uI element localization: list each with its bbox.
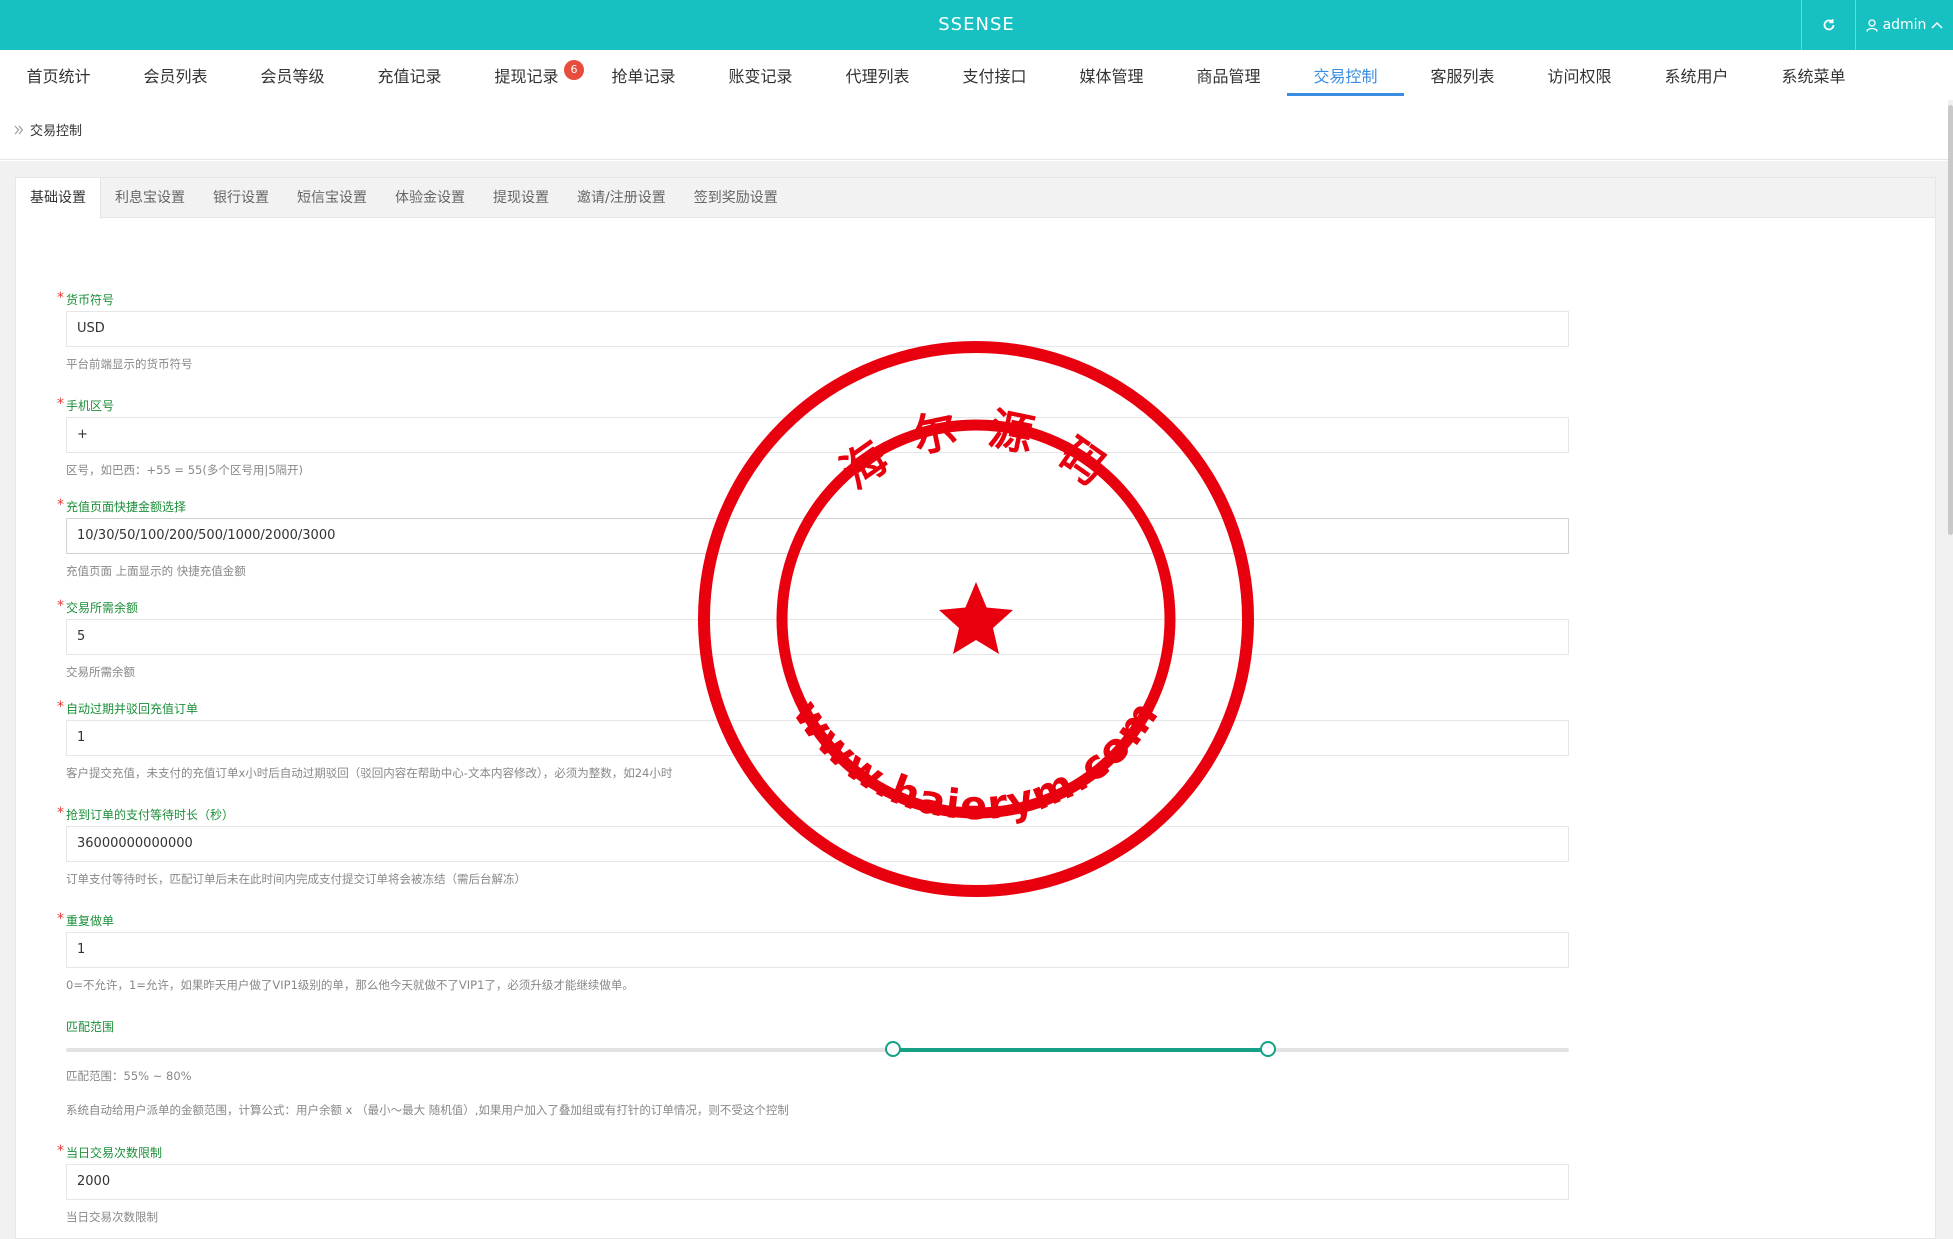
nav-item-grab-order-records[interactable]: 抢单记录 bbox=[585, 50, 702, 100]
daily-limit-label: 当日交易次数限制 bbox=[66, 1146, 163, 1160]
tab-checkin-reward-settings[interactable]: 签到奖励设置 bbox=[680, 178, 792, 218]
breadcrumb-current: 交易控制 bbox=[30, 124, 83, 139]
settings-tabs: 基础设置 利息宝设置 银行设置 短信宝设置 体验金设置 提现设置 邀请/注册设置… bbox=[16, 178, 1935, 219]
user-name: admin bbox=[1882, 17, 1927, 33]
recharge-amounts-help: 充值页面 上面显示的 快捷充值金额 bbox=[66, 564, 246, 578]
match-range-text: 匹配范围：55% ~ 80% bbox=[66, 1069, 192, 1083]
currency-group: * 货币符号 USD 平台前端显示的货币符号 bbox=[57, 290, 1586, 371]
required-mark: * bbox=[57, 497, 64, 513]
main-nav: 首页统计 会员列表 会员等级 充值记录 提现记录 抢单记录 账变记录 代理列表 … bbox=[0, 50, 1948, 100]
tab-trial-fund-settings[interactable]: 体验金设置 bbox=[381, 178, 479, 218]
min-balance-label: 交易所需余额 bbox=[66, 601, 139, 615]
currency-label: 货币符号 bbox=[66, 293, 115, 307]
refresh-icon bbox=[1823, 19, 1834, 31]
repeat-order-input[interactable]: 1 bbox=[66, 932, 1569, 968]
match-range-min-handle[interactable] bbox=[884, 1041, 901, 1057]
match-range-fill bbox=[892, 1048, 1269, 1052]
nav-item-system-users[interactable]: 系统用户 bbox=[1638, 50, 1755, 100]
user-icon bbox=[1865, 18, 1878, 32]
auto-expire-group: * 自动过期并驳回充值订单 1 客户提交充值，未支付的充值订单x小时后自动过期驳回… bbox=[57, 699, 1586, 780]
nav-item-member-list[interactable]: 会员列表 bbox=[117, 50, 234, 100]
nav-item-recharge-records[interactable]: 充值记录 bbox=[351, 50, 468, 100]
nav-item-service-list[interactable]: 客服列表 bbox=[1404, 50, 1521, 100]
nav-item-agent-list[interactable]: 代理列表 bbox=[819, 50, 936, 100]
pay-wait-label: 抢到订单的支付等待时长（秒） bbox=[66, 808, 235, 822]
nav-item-trade-control[interactable]: 交易控制 bbox=[1287, 50, 1404, 100]
match-range-help: 系统自动给用户派单的金额范围，计算公式：用户余额 x （最小～最大 随机值）,如… bbox=[66, 1103, 789, 1117]
breadcrumb: 交易控制 bbox=[0, 100, 1948, 160]
required-mark: * bbox=[57, 699, 64, 715]
nav-item-media-management[interactable]: 媒体管理 bbox=[1053, 50, 1170, 100]
phone-code-label: 手机区号 bbox=[66, 399, 115, 413]
brand-title: SSENSE bbox=[938, 14, 1015, 35]
nav-item-payment-interface[interactable]: 支付接口 bbox=[936, 50, 1053, 100]
double-chevron-right-icon bbox=[14, 125, 24, 134]
daily-limit-input[interactable]: 2000 bbox=[66, 1164, 1569, 1200]
nav-item-home-stats[interactable]: 首页统计 bbox=[0, 50, 117, 100]
required-mark: * bbox=[57, 1143, 64, 1159]
match-range-slider[interactable] bbox=[66, 1041, 1569, 1057]
min-balance-input[interactable]: 5 bbox=[66, 619, 1569, 655]
min-balance-group: * 交易所需余额 5 交易所需余额 bbox=[57, 598, 1586, 679]
tab-sms-settings[interactable]: 短信宝设置 bbox=[283, 178, 381, 218]
phone-code-help: 区号，如巴西：+55 = 55(多个区号用|5隔开) bbox=[66, 463, 304, 477]
repeat-order-group: * 重复做单 1 0=不允许，1=允许，如果昨天用户做了VIP1级别的单，那么他今… bbox=[57, 911, 1586, 992]
daily-limit-help: 当日交易次数限制 bbox=[66, 1210, 158, 1224]
nav-item-access-permissions[interactable]: 访问权限 bbox=[1521, 50, 1638, 100]
auto-expire-label: 自动过期并驳回充值订单 bbox=[66, 702, 199, 716]
pay-wait-group: * 抢到订单的支付等待时长（秒） 36000000000000 订单支付等待时长，… bbox=[57, 805, 1586, 886]
required-mark: * bbox=[57, 290, 64, 306]
pay-wait-help: 订单支付等待时长，匹配订单后未在此时间内完成支付提交订单将会被冻结（需后台解冻） bbox=[66, 872, 526, 886]
match-range-group: 匹配范围 bbox=[66, 1019, 1586, 1035]
currency-help: 平台前端显示的货币符号 bbox=[66, 357, 193, 371]
top-header: SSENSE admin bbox=[0, 0, 1953, 50]
required-mark: * bbox=[57, 598, 64, 614]
nav-item-account-change-records[interactable]: 账变记录 bbox=[702, 50, 819, 100]
required-mark: * bbox=[57, 805, 64, 821]
auto-expire-input[interactable]: 1 bbox=[66, 720, 1569, 756]
phone-code-group: * 手机区号 + 区号，如巴西：+55 = 55(多个区号用|5隔开) bbox=[57, 396, 1586, 477]
daily-limit-group: * 当日交易次数限制 2000 当日交易次数限制 bbox=[57, 1143, 1586, 1224]
auto-expire-help: 客户提交充值，未支付的充值订单x小时后自动过期驳回（驳回内容在帮助中心-文本内容… bbox=[66, 766, 673, 780]
user-menu[interactable]: admin bbox=[1855, 0, 1953, 50]
withdraw-count-badge: 6 bbox=[564, 60, 584, 80]
nav-item-member-level[interactable]: 会员等级 bbox=[234, 50, 351, 100]
currency-input[interactable]: USD bbox=[66, 311, 1569, 347]
match-range-label: 匹配范围 bbox=[66, 1020, 115, 1034]
tab-bank-settings[interactable]: 银行设置 bbox=[199, 178, 283, 218]
recharge-amounts-label: 充值页面快捷金额选择 bbox=[66, 500, 187, 514]
repeat-order-label: 重复做单 bbox=[66, 914, 115, 928]
header-actions: admin bbox=[1801, 0, 1953, 50]
required-mark: * bbox=[57, 396, 64, 412]
nav-item-product-management[interactable]: 商品管理 bbox=[1170, 50, 1287, 100]
phone-code-input[interactable]: + bbox=[66, 417, 1569, 453]
tab-withdraw-settings[interactable]: 提现设置 bbox=[479, 178, 563, 218]
min-balance-help: 交易所需余额 bbox=[66, 665, 135, 679]
tab-invite-register-settings[interactable]: 邀请/注册设置 bbox=[563, 178, 680, 218]
pay-wait-input[interactable]: 36000000000000 bbox=[66, 826, 1569, 862]
page-scrollbar-thumb[interactable] bbox=[1948, 105, 1953, 535]
refresh-button[interactable] bbox=[1801, 0, 1855, 50]
nav-item-system-menu[interactable]: 系统菜单 bbox=[1755, 50, 1872, 100]
recharge-amounts-group: * 充值页面快捷金额选择 10/30/50/100/200/500/1000/20… bbox=[57, 497, 1586, 578]
tab-interest-settings[interactable]: 利息宝设置 bbox=[101, 178, 199, 218]
repeat-order-help: 0=不允许，1=允许，如果昨天用户做了VIP1级别的单，那么他今天就做不了VIP… bbox=[66, 978, 634, 992]
chevron-up-icon bbox=[1931, 21, 1943, 29]
required-mark: * bbox=[57, 911, 64, 927]
tab-basic-settings[interactable]: 基础设置 bbox=[16, 178, 101, 219]
recharge-amounts-input[interactable]: 10/30/50/100/200/500/1000/2000/3000 bbox=[66, 518, 1569, 554]
